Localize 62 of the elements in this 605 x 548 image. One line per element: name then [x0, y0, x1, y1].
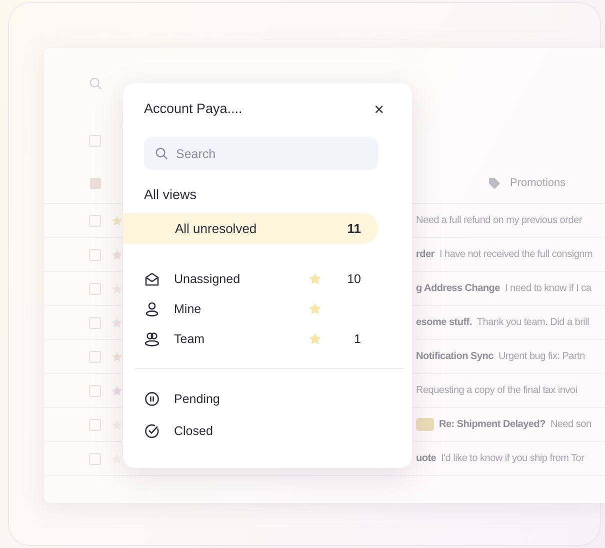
email-subject: esome stuff.: [416, 316, 472, 330]
checkbox-icon: [89, 384, 101, 396]
inbox-icon: [89, 177, 102, 190]
checkbox-icon: [89, 214, 101, 226]
email-preview: Need son: [550, 418, 592, 432]
star-icon: [111, 418, 123, 430]
checkbox-icon: [89, 135, 101, 147]
view-label: Team: [174, 330, 206, 348]
email-preview: I'd like to know if you ship from Tor: [441, 452, 584, 466]
star-icon[interactable]: [308, 272, 322, 286]
star-icon: [111, 214, 123, 226]
popup-title: Account Paya....: [144, 100, 242, 118]
email-preview: I need to know if I ca: [504, 282, 592, 296]
email-preview: Requesting a copy of the final tax invoi: [416, 384, 578, 398]
email-preview: Urgent bug fix: Partn: [498, 350, 585, 364]
email-preview: I have not received the full consignm: [439, 248, 593, 262]
envelope-icon: [144, 271, 160, 287]
view-count: 11: [347, 220, 361, 238]
email-subject: Re: Shipment Delayed?: [439, 418, 546, 432]
tag-icon: [488, 177, 501, 190]
star-icon[interactable]: [308, 332, 322, 346]
star-icon: [111, 452, 123, 464]
checkbox-icon: [89, 350, 101, 362]
view-label: Mine: [174, 300, 202, 318]
star-icon[interactable]: [308, 302, 322, 316]
view-item[interactable]: Team 1: [123, 324, 412, 354]
email-subject: uote: [416, 452, 436, 466]
view-item[interactable]: All unresolved 11: [123, 213, 378, 244]
view-count: 10: [346, 270, 361, 288]
view-item[interactable]: Mine: [123, 294, 412, 324]
person-icon: [144, 301, 160, 317]
status-label: Closed: [174, 422, 213, 440]
status-item[interactable]: Closed: [123, 415, 412, 447]
status-label: Pending: [174, 390, 220, 408]
view-item[interactable]: Unassigned 10: [123, 264, 412, 294]
star-icon: [111, 350, 123, 362]
email-subject: g Address Change: [416, 282, 500, 296]
checkbox-icon: [89, 418, 101, 430]
close-button[interactable]: ×: [370, 100, 388, 118]
checkbox-icon: [89, 282, 101, 294]
checkbox-icon: [89, 316, 101, 328]
email-subject: rder: [416, 248, 434, 262]
status-item[interactable]: Pending: [123, 383, 412, 415]
email-preview: Need a full refund on my previous order: [416, 214, 582, 228]
view-label: Unassigned: [174, 270, 242, 288]
star-icon: [111, 384, 123, 396]
view-label: All unresolved: [175, 220, 257, 238]
checkbox-icon: [89, 248, 101, 260]
search-icon: [89, 76, 102, 90]
star-icon: [111, 248, 123, 260]
star-icon: [111, 316, 123, 328]
people-icon: [144, 331, 160, 347]
view-count: 1: [353, 330, 361, 348]
star-icon: [111, 282, 123, 294]
email-subject: Notification Sync: [416, 350, 494, 364]
search-icon: [155, 147, 168, 160]
checkbox-icon: [89, 452, 101, 464]
pause-icon: [144, 391, 160, 407]
search-field[interactable]: Search: [144, 137, 378, 170]
check-circle-icon: [144, 423, 160, 439]
email-preview: Thank you team. Did a brill: [476, 316, 590, 330]
section-heading: All views: [144, 186, 198, 203]
